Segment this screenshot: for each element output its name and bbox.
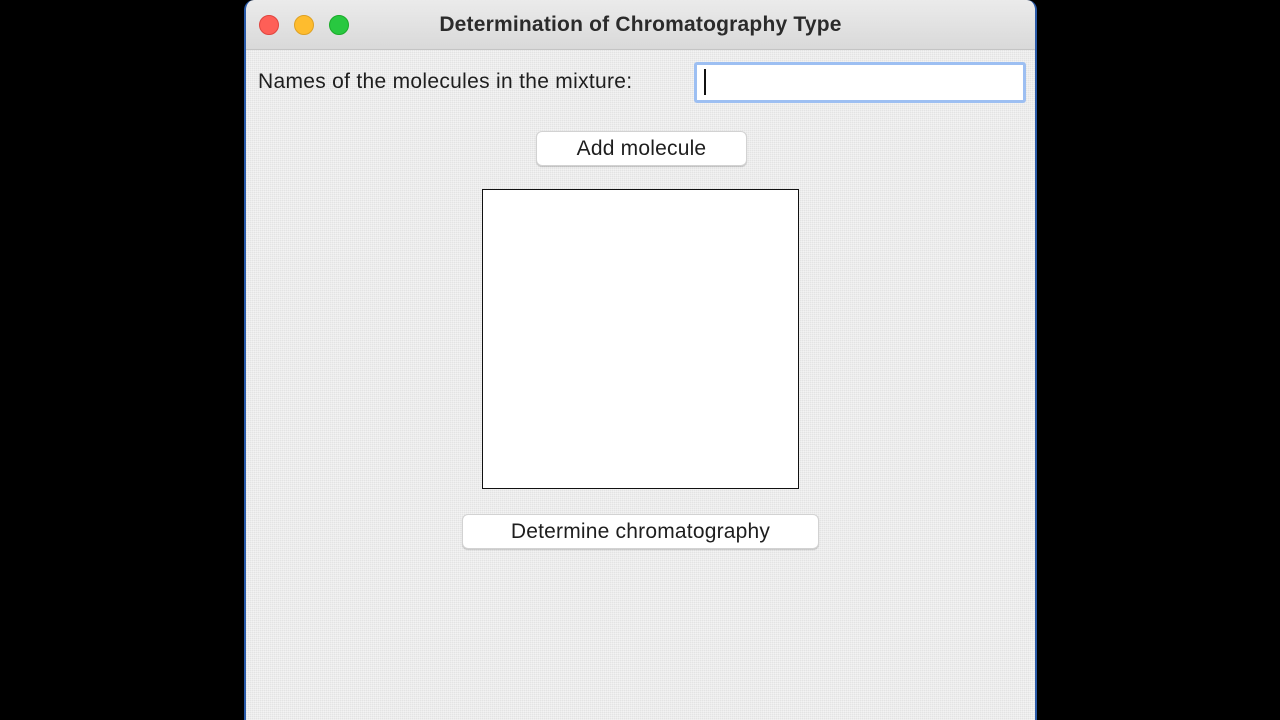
desktop-background: Determination of Chromatography Type Nam… <box>0 0 1280 720</box>
window-title: Determination of Chromatography Type <box>439 13 842 36</box>
molecule-name-input[interactable] <box>694 62 1026 103</box>
molecule-list[interactable] <box>482 189 799 489</box>
determine-chromatography-button[interactable]: Determine chromatography <box>462 514 819 549</box>
molecule-names-label: Names of the molecules in the mixture: <box>258 70 633 93</box>
title-bar[interactable]: Determination of Chromatography Type <box>246 0 1035 50</box>
text-cursor <box>704 69 706 95</box>
app-window: Determination of Chromatography Type Nam… <box>244 0 1037 720</box>
add-molecule-button[interactable]: Add molecule <box>536 131 747 166</box>
